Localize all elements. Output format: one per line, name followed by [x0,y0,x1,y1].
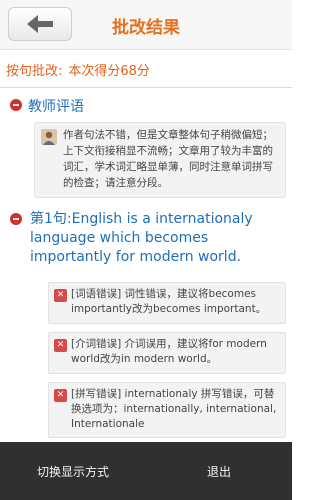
error-item: ✕ [介词错误] 介词误用，建议将for modern world改为in mo… [48,332,286,374]
error-text: [介词错误] 介词误用，建议将for modern world改为in mode… [71,338,267,365]
page-title: 批改结果 [112,18,180,38]
teacher-comment-header: 教师评语 [10,96,84,116]
top-bar: 批改结果 [0,0,292,50]
exit-button[interactable]: 退出 [146,463,292,480]
score-row: 按句批改: 本次得分68分 [0,52,292,88]
sentence-text: 第1句:English is a internationaly language… [30,211,253,265]
error-x-icon: ✕ [54,389,67,402]
error-text: [拼写错误] internationaly 拼写错误，可替换选项为：intern… [71,388,277,430]
teacher-comment-title: 教师评语 [28,99,84,115]
error-text: [词语错误] 词性错误，建议将becomes importantly改为beco… [71,288,267,315]
error-item: ✕ [词语错误] 词性错误，建议将becomes importantly改为be… [48,282,286,324]
score-label: 按句批改: [6,64,63,79]
teacher-comment-box: 作者句法不错，但是文章整体句子稍微偏短；上下文衔接稍显不流畅；文章用了较为丰富的… [34,122,286,198]
score-value: 本次得分68分 [68,64,150,79]
sentence-header [10,210,22,225]
minus-bullet-icon [10,213,22,225]
error-x-icon: ✕ [54,289,67,302]
error-item: ✕ [拼写错误] internationaly 拼写错误，可替换选项为：inte… [48,382,286,438]
error-x-icon: ✕ [54,339,67,352]
minus-bullet-icon [10,99,22,111]
teacher-avatar-icon [41,129,57,145]
teacher-comment-text: 作者句法不错，但是文章整体句子稍微偏短；上下文衔接稍显不流畅；文章用了较为丰富的… [63,129,273,189]
bottom-menu: 切换显示方式 退出 [0,442,292,500]
switch-display-button[interactable]: 切换显示方式 [0,463,146,480]
